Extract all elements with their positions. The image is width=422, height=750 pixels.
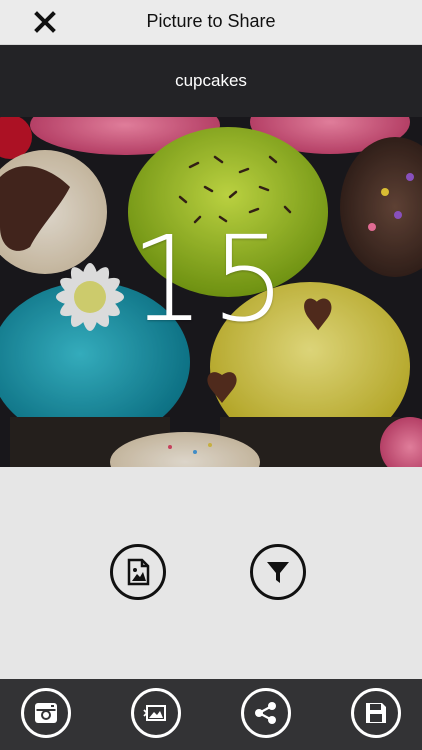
overlay-number: 15 (129, 210, 293, 348)
caption-bar: cupcakes (0, 45, 422, 117)
filter-icon (267, 562, 289, 583)
top-bar: Picture to Share (0, 0, 422, 45)
cupcakes-photo: 15 (0, 117, 422, 467)
image-file-icon (127, 558, 150, 586)
page-title: Picture to Share (146, 11, 276, 31)
bottom-toolbar (0, 679, 422, 750)
gallery-icon (143, 705, 166, 721)
save-button[interactable] (351, 688, 401, 738)
gallery-button[interactable] (131, 688, 181, 738)
camera-icon (35, 703, 57, 723)
image-file-button[interactable] (110, 544, 166, 600)
filter-button[interactable] (250, 544, 306, 600)
share-button[interactable] (241, 688, 291, 738)
save-icon (366, 703, 386, 723)
caption-text: cupcakes (175, 71, 247, 90)
camera-button[interactable] (21, 688, 71, 738)
share-icon (255, 702, 276, 724)
action-area (0, 467, 422, 679)
